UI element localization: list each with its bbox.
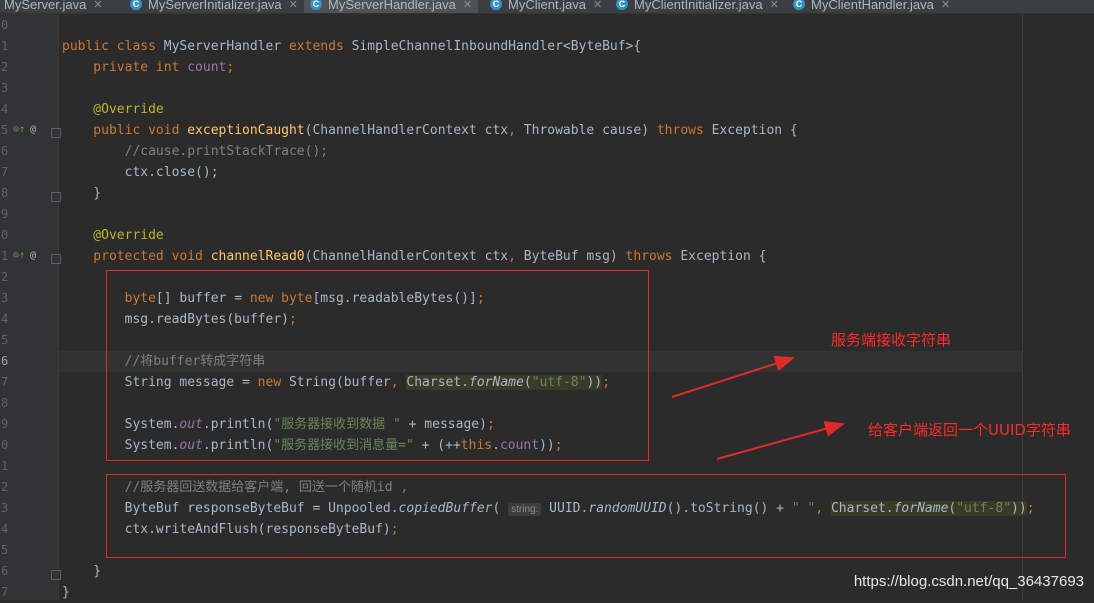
annotation-respond-text: 给客户端返回一个UUID字符串 xyxy=(868,421,1071,439)
arrow-respond xyxy=(716,421,845,460)
watermark: https://blog.csdn.net/qq_36437693 xyxy=(853,573,1084,590)
arrow-receive xyxy=(671,355,795,398)
annotation-arrows xyxy=(671,355,845,460)
annotation-receive-text: 服务端接收字符串 xyxy=(831,331,952,349)
